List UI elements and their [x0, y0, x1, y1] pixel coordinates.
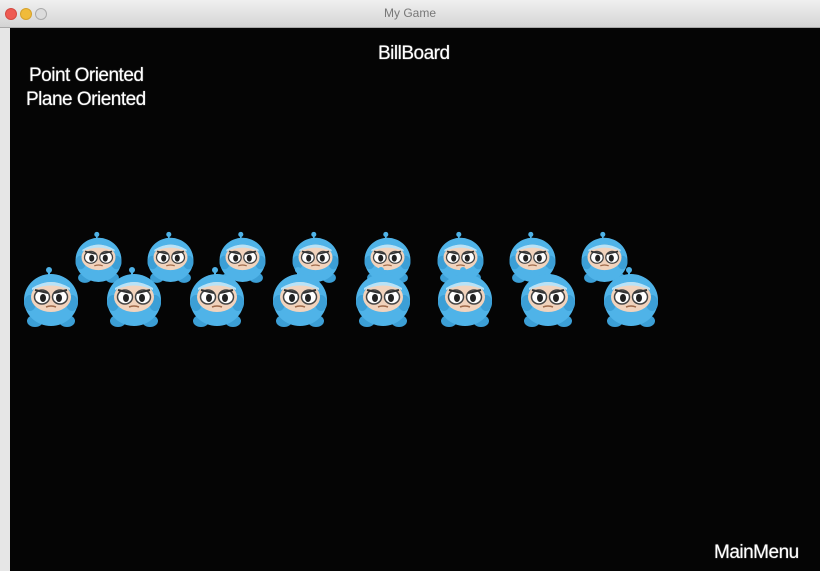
window-frame [0, 28, 10, 571]
window-title: My Game [383, 6, 436, 20]
sprite-front-2 [107, 267, 161, 327]
billboard-sprites [10, 28, 820, 571]
app-window: My Game BillBoard Point Oriented Plane O… [0, 0, 820, 571]
sprite-front-5 [356, 267, 410, 327]
sprite-front-1 [24, 267, 78, 327]
title-bar[interactable]: My Game [0, 0, 820, 28]
sprite-front-4 [273, 267, 327, 327]
game-canvas[interactable]: BillBoard Point Oriented Plane Oriented … [10, 28, 820, 571]
sprite-front-7 [521, 267, 575, 327]
sprite-front-6 [438, 267, 492, 327]
sprite-front-8 [604, 267, 658, 327]
sprite-front-3 [190, 267, 244, 327]
